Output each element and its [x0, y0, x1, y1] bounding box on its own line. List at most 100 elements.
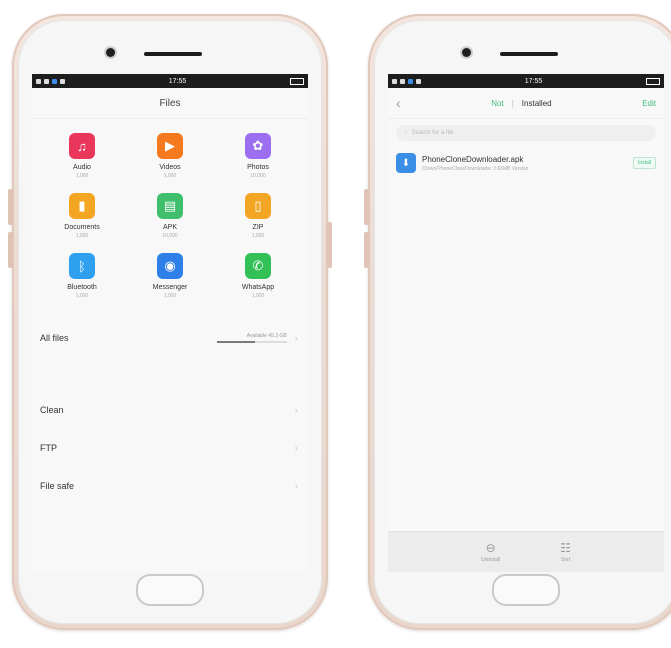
category-messenger[interactable]: ◉ Messenger 1,000 — [126, 253, 214, 299]
earpiece-speaker — [144, 52, 202, 56]
signal-icon — [392, 78, 397, 84]
category-grid: ♫ Audio 1,000 ▶ Videos 1,000 ✿ Photos 10,000 ▮ Doc… — [32, 119, 308, 299]
status-icons — [392, 78, 421, 84]
left-screen: 17:55 Files ♫ Audio 1,000 ▶ Videos 1,000 ✿ Phot… — [32, 74, 308, 572]
category-count: 10,000 — [162, 233, 178, 239]
category-photos[interactable]: ✿ Photos 10,000 — [214, 133, 302, 179]
menu-label: Clean — [40, 405, 64, 415]
storage-text: Available 45.3 GB — [246, 333, 287, 339]
front-camera — [106, 48, 115, 57]
messenger-icon: ◉ — [157, 253, 183, 279]
category-apk[interactable]: ▤ APK 10,000 — [126, 193, 214, 239]
status-time: 17:55 — [168, 77, 187, 85]
front-camera — [462, 48, 471, 57]
category-count: 1,000 — [163, 173, 177, 179]
chevron-right-icon: › — [294, 404, 298, 416]
tab-not-installed[interactable]: Not — [491, 99, 503, 108]
music-note-icon: ♫ — [69, 133, 95, 159]
search-icon: ○ — [404, 130, 408, 136]
uninstall-button[interactable]: ⊖ Uninstall — [481, 541, 500, 563]
category-label: ZIP — [252, 224, 264, 231]
status-bar: 17:55 — [388, 74, 664, 88]
whatsapp-icon: ✆ — [245, 253, 271, 279]
right-screen: 17:55 ‹ Not | Installed Edit ○ Search fo… — [388, 74, 664, 572]
photo-icon: ✿ — [245, 133, 271, 159]
edit-button[interactable]: Edit — [642, 99, 656, 108]
volume-button — [364, 232, 369, 268]
category-count: 1,000 — [75, 293, 89, 299]
category-count: 1,000 — [75, 173, 89, 179]
home-button[interactable] — [136, 574, 204, 606]
menu-label: FTP — [40, 443, 57, 453]
category-label: Videos — [159, 164, 181, 171]
category-zip[interactable]: ▯ ZIP 1,000 — [214, 193, 302, 239]
category-count: 10,000 — [250, 173, 266, 179]
category-label: APK — [162, 224, 177, 231]
category-videos[interactable]: ▶ Videos 1,000 — [126, 133, 214, 179]
menu-row-ftp[interactable]: FTP › — [32, 429, 308, 467]
all-files-row[interactable]: All files Available 45.3 GB › — [32, 319, 308, 357]
file-meta: PhoneCloneDownloader.apk /Down/PhoneClon… — [422, 155, 627, 172]
category-documents[interactable]: ▮ Documents 1,000 — [38, 193, 126, 239]
volume-button — [364, 189, 369, 225]
tab-group: Not | Installed — [491, 99, 551, 108]
file-name: PhoneCloneDownloader.apk — [422, 154, 524, 164]
category-count: 1,000 — [251, 293, 265, 299]
storage-fill — [216, 341, 256, 343]
tab-separator: | — [511, 98, 514, 108]
tab-installed[interactable]: Installed — [522, 99, 552, 108]
volume-button — [8, 189, 13, 225]
bottom-action-bar: ⊖ Uninstall ☷ Sort — [388, 531, 664, 572]
category-count: 1,000 — [163, 293, 177, 299]
wifi-icon — [400, 78, 405, 84]
category-bluetooth[interactable]: ᛒ Bluetooth 1,000 — [38, 253, 126, 299]
category-label: Documents — [64, 224, 100, 231]
tools-list: Clean › FTP › File safe › — [32, 391, 308, 505]
file-description: /Down/PhoneCloneDownloader 3.66MB Versio… — [422, 165, 529, 172]
battery-icon — [646, 77, 660, 85]
notification-icon — [408, 78, 413, 84]
storage-indicator: Available 45.3 GB — [216, 333, 287, 343]
signal-icon — [36, 78, 41, 84]
search-input[interactable]: ○ Search for a file — [396, 125, 656, 141]
notification-icon — [52, 78, 57, 84]
right-phone: 17:55 ‹ Not | Installed Edit ○ Search fo… — [364, 14, 671, 630]
action-label: Uninstall — [481, 557, 501, 563]
chevron-right-icon: › — [294, 332, 298, 344]
sort-icon: ☷ — [560, 541, 571, 555]
storage-bar — [216, 341, 287, 343]
action-label: Sort — [561, 557, 571, 563]
page-title: Files — [32, 88, 308, 119]
phone-face: 17:55 Files ♫ Audio 1,000 ▶ Videos 1,000 ✿ Phot… — [18, 20, 322, 624]
category-label: Messenger — [152, 284, 188, 291]
play-icon: ▶ — [157, 133, 183, 159]
download-icon — [60, 78, 65, 84]
document-icon: ▮ — [69, 193, 95, 219]
wifi-icon — [44, 78, 49, 84]
menu-row-file-safe[interactable]: File safe › — [32, 467, 308, 505]
category-count: 1,000 — [75, 233, 89, 239]
chevron-right-icon: › — [294, 442, 298, 454]
power-button — [327, 222, 332, 268]
category-label: Bluetooth — [67, 284, 97, 291]
left-phone: 17:55 Files ♫ Audio 1,000 ▶ Videos 1,000 ✿ Phot… — [8, 14, 332, 630]
status-icons — [36, 78, 65, 84]
apk-icon: ▤ — [157, 193, 183, 219]
top-bar: ‹ Not | Installed Edit — [388, 88, 664, 119]
all-files-label: All files — [40, 333, 69, 343]
menu-row-clean[interactable]: Clean › — [32, 391, 308, 429]
category-audio[interactable]: ♫ Audio 1,000 — [38, 133, 126, 179]
back-arrow-icon[interactable]: ‹ — [396, 95, 401, 111]
file-list-item[interactable]: ⬇ PhoneCloneDownloader.apk /Down/PhoneCl… — [388, 147, 664, 179]
category-label: WhatsApp — [241, 284, 275, 291]
download-file-icon: ⬇ — [396, 153, 416, 173]
download-icon — [416, 78, 421, 84]
install-button[interactable]: Install — [632, 157, 656, 169]
category-label: Photos — [247, 164, 269, 171]
home-button[interactable] — [492, 574, 560, 606]
sort-button[interactable]: ☷ Sort — [560, 541, 571, 563]
category-whatsapp[interactable]: ✆ WhatsApp 1,000 — [214, 253, 302, 299]
category-count: 1,000 — [251, 233, 265, 239]
zip-icon: ▯ — [245, 193, 271, 219]
volume-button — [8, 232, 13, 268]
